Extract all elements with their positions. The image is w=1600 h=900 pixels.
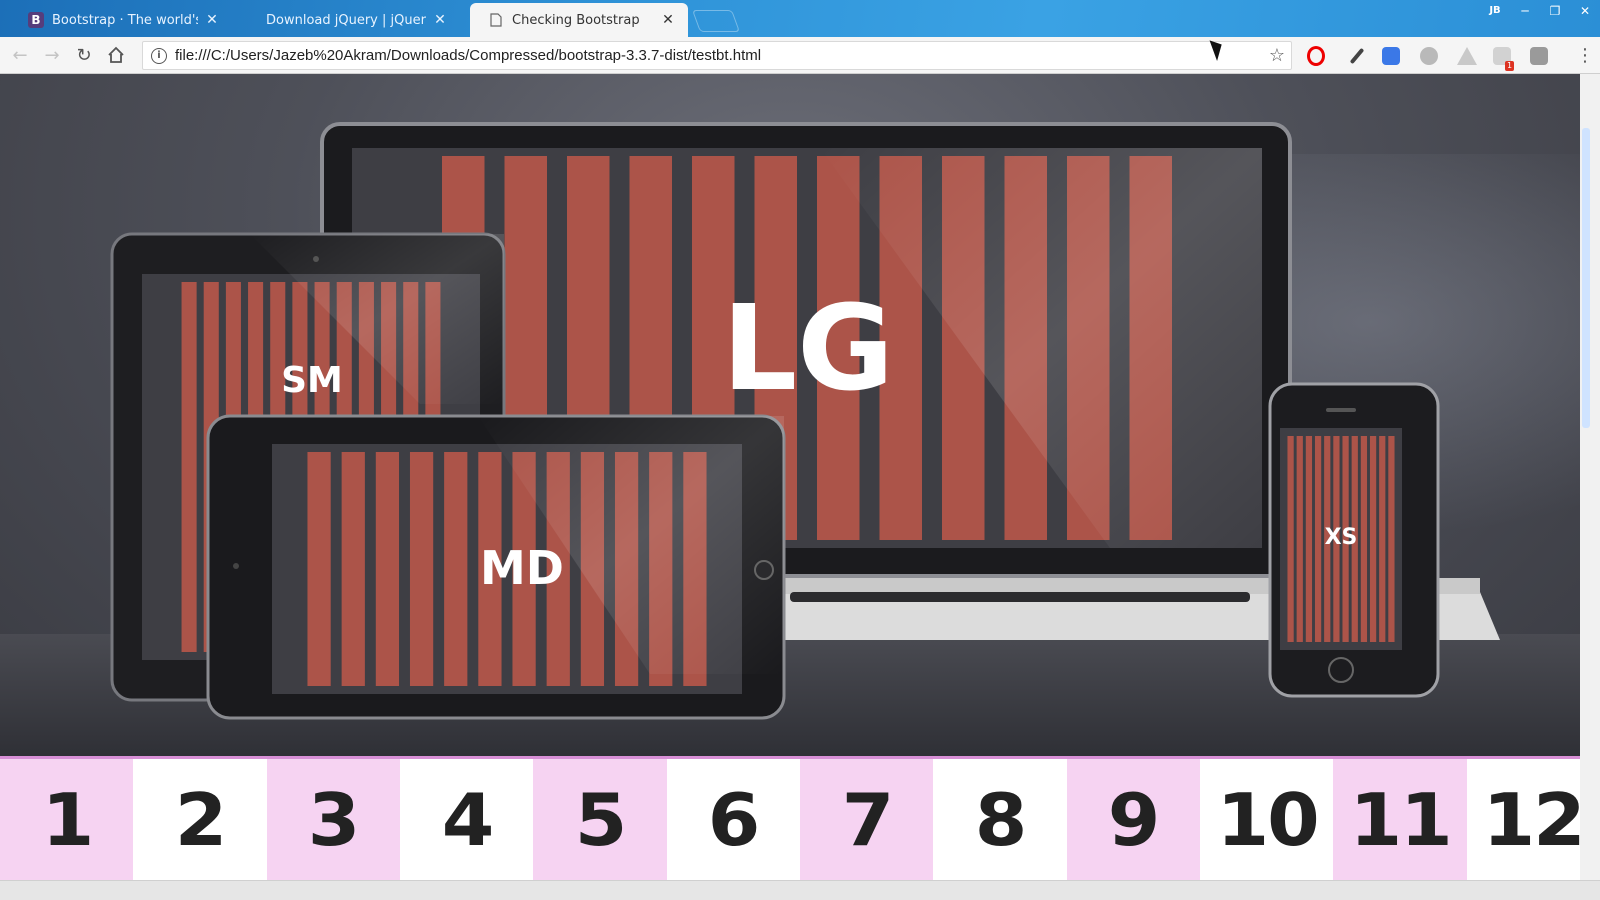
bootstrap-favicon-icon: B	[28, 12, 44, 28]
forward-button[interactable]: →	[36, 40, 68, 70]
hero-image: LG SM MD XS	[0, 74, 1580, 756]
close-tab-icon[interactable]: ✕	[204, 12, 220, 28]
grid-column-1: 1	[0, 759, 134, 880]
close-tab-icon[interactable]: ✕	[660, 12, 676, 28]
translate-extension-icon[interactable]	[1382, 47, 1400, 65]
column-bar	[1379, 436, 1386, 642]
sm-label: SM	[281, 360, 343, 401]
column-bar	[1369, 436, 1377, 642]
grid-column-10: 10	[1199, 759, 1334, 880]
tab-download-jquery[interactable]: Download jQuery | jQuer ✕	[248, 3, 460, 37]
column-bar	[1314, 436, 1322, 642]
close-tab-icon[interactable]: ✕	[432, 12, 448, 28]
grid-column-8: 8	[933, 759, 1067, 880]
tab-label: Checking Bootstrap	[512, 12, 640, 28]
minimize-button[interactable]: ─	[1510, 0, 1540, 22]
lg-label: LG	[722, 279, 894, 417]
url-text[interactable]: file:///C:/Users/Jazeb%20Akram/Downloads…	[175, 47, 1263, 64]
tab-label: Download jQuery | jQuer	[266, 12, 426, 28]
column-bar	[1388, 436, 1395, 642]
column-bar	[1360, 436, 1368, 642]
column-bar	[444, 452, 468, 686]
opera-extension-icon[interactable]	[1307, 46, 1325, 66]
restore-button[interactable]: ❐	[1540, 0, 1570, 22]
column-bar	[409, 452, 434, 686]
bookmark-star-icon[interactable]: ☆	[1263, 45, 1291, 66]
md-tablet-device: MD	[206, 414, 786, 720]
close-window-button[interactable]: ✕	[1570, 0, 1600, 22]
grid-column-5: 5	[533, 759, 667, 880]
tab-label: Bootstrap · The world's m	[52, 12, 198, 28]
grid-column-2: 2	[133, 759, 267, 880]
extension-icon[interactable]	[1530, 47, 1548, 65]
status-bar	[0, 880, 1600, 900]
browser-toolbar: ← → ↻ i file:///C:/Users/Jazeb%20Akram/D…	[0, 37, 1600, 74]
column-bar	[341, 452, 365, 686]
xs-label: XS	[1325, 525, 1358, 550]
back-button[interactable]: ←	[4, 40, 36, 70]
grid-column-11: 11	[1333, 759, 1467, 880]
extension-badge: 1	[1505, 61, 1515, 71]
grid-column-7: 7	[799, 759, 934, 880]
column-bar	[307, 452, 331, 686]
grid-column-9: 9	[1066, 759, 1200, 880]
column-bar	[181, 282, 197, 652]
scrollbar-thumb[interactable]	[1582, 128, 1590, 428]
devices-illustration: LG SM MD XS	[110, 122, 1500, 720]
home-icon	[108, 46, 124, 63]
browser-menu-icon[interactable]: ⋮	[1576, 47, 1594, 65]
info-icon[interactable]: i	[151, 47, 167, 64]
new-tab-button[interactable]	[691, 10, 741, 32]
tab-checking-bootstrap[interactable]: Checking Bootstrap ✕	[470, 3, 688, 37]
window-controls: JB ─ ❐ ✕	[1480, 0, 1600, 24]
grid-column-3: 3	[266, 759, 400, 880]
page-viewport: LG SM MD XS 1 2 3 4 5 6 7 8 9 10 11 12	[0, 74, 1600, 880]
column-bar	[1287, 436, 1294, 642]
tab-bootstrap[interactable]: B Bootstrap · The world's m ✕	[10, 3, 232, 37]
xs-phone-device: XS	[1268, 382, 1440, 698]
grid-column-4: 4	[399, 759, 534, 880]
column-bar	[1296, 436, 1303, 642]
bootstrap-grid-row: 1 2 3 4 5 6 7 8 9 10 11 12	[0, 756, 1600, 880]
grid-column-6: 6	[666, 759, 800, 880]
address-bar[interactable]: i file:///C:/Users/Jazeb%20Akram/Downloa…	[142, 41, 1292, 70]
md-label: MD	[480, 541, 564, 595]
extension-icon[interactable]	[1420, 47, 1438, 65]
title-bar: B Bootstrap · The world's m ✕ Download j…	[0, 0, 1600, 37]
column-bar	[375, 452, 400, 686]
column-bar	[1305, 436, 1313, 642]
reload-button[interactable]: ↻	[68, 40, 100, 70]
home-button[interactable]	[100, 40, 132, 70]
color-picker-extension-icon[interactable]	[1345, 45, 1367, 67]
user-badge[interactable]: JB	[1480, 0, 1510, 22]
extension-icon[interactable]	[1457, 47, 1477, 65]
page-favicon-icon	[488, 12, 504, 28]
